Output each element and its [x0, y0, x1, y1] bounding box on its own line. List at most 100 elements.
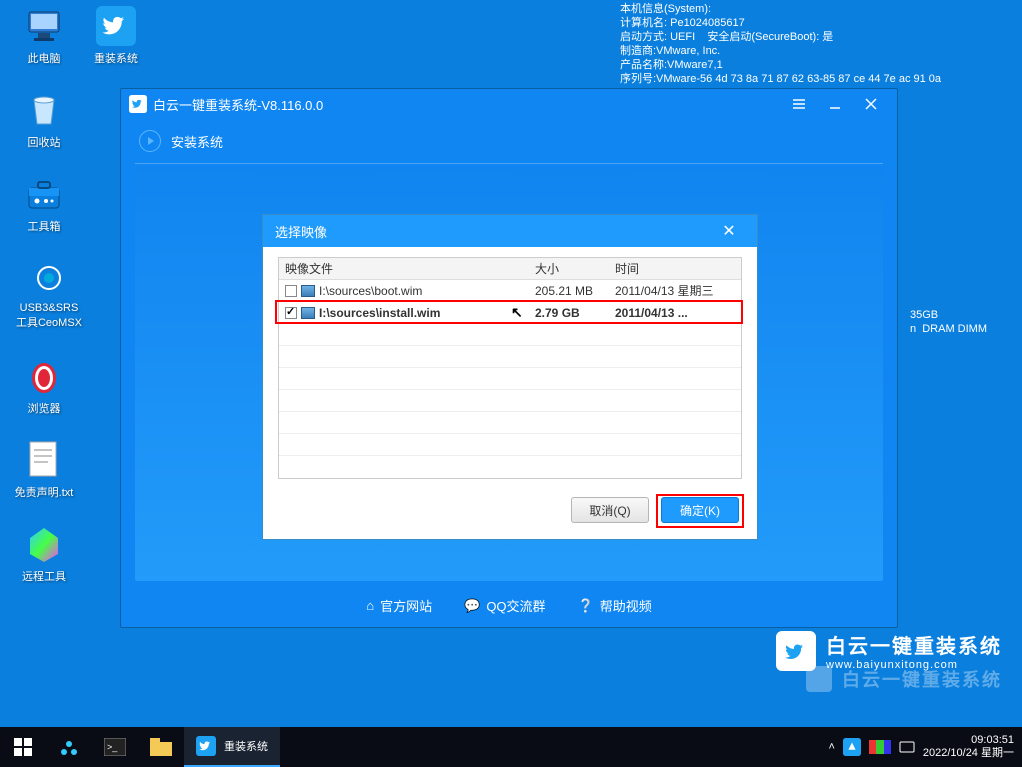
empty-row [279, 390, 741, 412]
desktop-icon-toolbox[interactable]: 工具箱 [12, 174, 76, 234]
desktop-icon-recycle[interactable]: 回收站 [12, 90, 76, 150]
file-time: 2011/04/13 星期三 [615, 282, 741, 299]
dialog-buttons: 取消(Q) 确定(K) [263, 483, 757, 539]
icon-label: 远程工具 [12, 568, 76, 584]
dialog-close-button[interactable]: ✕ [713, 215, 745, 247]
tray-app-icon[interactable] [843, 738, 861, 756]
button-label: 确定(K) [680, 502, 720, 519]
divider [135, 163, 883, 164]
footer-link-label: 帮助视频 [600, 596, 652, 615]
brand-watermark: 白云一键重装系统 www.baiyunxitong.com [776, 630, 1002, 671]
app-logo-icon [129, 95, 147, 113]
empty-row [279, 368, 741, 390]
desktop-icon-remote[interactable]: 远程工具 [12, 524, 76, 584]
clock-date: 2022/10/24 星期一 [923, 747, 1014, 760]
icon-label: 此电脑 [12, 50, 76, 66]
desktop-icon-disclaimer[interactable]: 免责声明.txt [12, 440, 76, 500]
empty-row [279, 434, 741, 456]
file-path: I:\sources\install.wim [319, 306, 440, 320]
recycle-icon [24, 90, 64, 130]
dialog-title-text: 选择映像 [275, 222, 327, 241]
image-table: 映像文件 大小 时间 I:\sources\boot.wim 205.21 MB… [278, 257, 742, 479]
icon-label: 重装系统 [84, 50, 148, 66]
desktop-icon-reinstall[interactable]: 重装系统 [84, 6, 148, 66]
toolbox-icon [24, 174, 64, 214]
brand-ghost: 白云一键重装系统 [806, 666, 1002, 692]
checkbox[interactable] [285, 285, 297, 297]
system-info-text: 本机信息(System): 计算机名: Pe1024085617 启动方式: U… [620, 2, 941, 86]
home-icon: ⌂ [366, 598, 374, 613]
chat-icon: 💬 [464, 598, 480, 614]
icon-label: 工具箱 [12, 218, 76, 234]
taskbar: >_ 重装系统 ˄ 09:03:51 2022/10/24 星期一 [0, 727, 1022, 767]
browser-icon [24, 356, 64, 396]
clock-time: 09:03:51 [923, 734, 1014, 747]
desktop-icon-usb3[interactable]: USB3&SRS 工具CeoMSX [12, 258, 86, 330]
header-time[interactable]: 时间 [615, 260, 741, 277]
tray-lang-icon[interactable] [869, 740, 891, 754]
start-button[interactable] [0, 727, 46, 767]
menu-button[interactable] [781, 92, 817, 116]
footer-qq-link[interactable]: 💬 QQ交流群 [464, 596, 545, 615]
header-file[interactable]: 映像文件 [279, 260, 535, 277]
ok-button[interactable]: 确定(K) [661, 497, 739, 523]
bird-icon [96, 6, 136, 46]
tray-up-icon[interactable]: ˄ [828, 741, 834, 753]
footer-link-label: QQ交流群 [486, 596, 545, 615]
dialog-titlebar[interactable]: 选择映像 ✕ [263, 215, 757, 247]
file-path: I:\sources\boot.wim [319, 284, 422, 298]
txt-icon [24, 440, 64, 480]
taskbar-app-label: 重装系统 [224, 738, 268, 754]
file-icon [301, 307, 315, 319]
table-row[interactable]: I:\sources\boot.wim 205.21 MB 2011/04/13… [279, 280, 741, 302]
titlebar[interactable]: 白云一键重装系统-V8.116.0.0 [121, 89, 897, 119]
help-icon: ❔ [578, 598, 594, 614]
cancel-button[interactable]: 取消(Q) [571, 497, 649, 523]
play-circle-icon [139, 130, 161, 152]
icon-label: 免责声明.txt [12, 484, 76, 500]
pc-icon [24, 6, 64, 46]
desktop-icon-this-pc[interactable]: 此电脑 [12, 6, 76, 66]
taskbar-running-app[interactable]: 重装系统 [184, 727, 280, 767]
icon-label: USB3&SRS 工具CeoMSX [12, 302, 86, 330]
button-label: 取消(Q) [589, 502, 630, 519]
file-size: 2.79 GB [535, 306, 615, 320]
footer-help-link[interactable]: ❔ 帮助视频 [578, 596, 652, 615]
svg-text:>_: >_ [107, 742, 118, 752]
footer-links: ⌂ 官方网站 💬 QQ交流群 ❔ 帮助视频 [121, 596, 897, 615]
table-row[interactable]: I:\sources\install.wim 2.79 GB 2011/04/1… [279, 302, 741, 324]
close-button[interactable] [853, 92, 889, 116]
subheader: 安装系统 [121, 119, 897, 163]
table-header: 映像文件 大小 时间 [279, 258, 741, 280]
tray-keyboard-icon[interactable] [899, 739, 915, 755]
empty-row [279, 346, 741, 368]
taskbar-clock[interactable]: 09:03:51 2022/10/24 星期一 [923, 734, 1014, 760]
subheader-title: 安装系统 [171, 132, 223, 151]
minimize-button[interactable] [817, 92, 853, 116]
taskbar-terminal-icon[interactable]: >_ [92, 727, 138, 767]
dialog-body: 映像文件 大小 时间 I:\sources\boot.wim 205.21 MB… [263, 247, 757, 483]
brand-ghost-icon [806, 666, 832, 692]
empty-row [279, 456, 741, 478]
taskbar-manager-icon[interactable] [46, 727, 92, 767]
window-title: 白云一键重装系统-V8.116.0.0 [153, 95, 323, 114]
file-time: 2011/04/13 ... [615, 306, 741, 320]
taskbar-explorer-icon[interactable] [138, 727, 184, 767]
app-icon [196, 736, 216, 756]
footer-website-link[interactable]: ⌂ 官方网站 [366, 596, 432, 615]
footer-link-label: 官方网站 [380, 596, 432, 615]
system-tray: ˄ 09:03:51 2022/10/24 星期一 [828, 734, 1022, 760]
desktop: 此电脑 重装系统 回收站 工具箱 USB3&SRS 工具CeoMSX 浏览器 免… [0, 0, 1022, 727]
icon-label: 回收站 [12, 134, 76, 150]
system-info-right: 35GB n DRAM DIMM [910, 308, 987, 336]
select-image-dialog: 选择映像 ✕ 映像文件 大小 时间 I:\sources\boot.wim 20… [262, 214, 758, 540]
brand-name: 白云一键重装系统 [826, 630, 1002, 659]
brand-icon [776, 631, 816, 671]
empty-row [279, 412, 741, 434]
usb3-icon [29, 258, 69, 298]
header-size[interactable]: 大小 [535, 260, 615, 277]
empty-row [279, 324, 741, 346]
file-icon [301, 285, 315, 297]
checkbox[interactable] [285, 307, 297, 319]
desktop-icon-browser[interactable]: 浏览器 [12, 356, 76, 416]
